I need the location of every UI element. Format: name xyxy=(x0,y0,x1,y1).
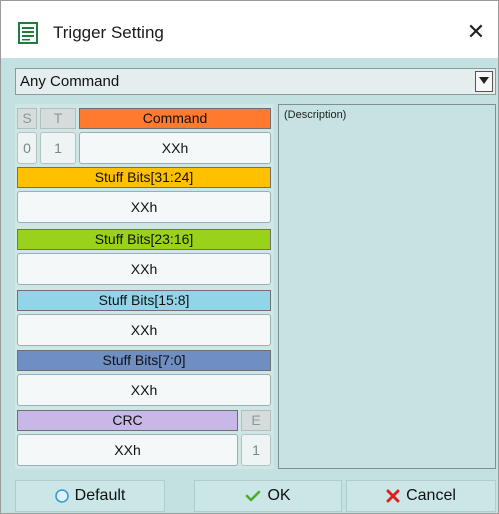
command-value-field[interactable]: XXh xyxy=(79,132,271,164)
command-header: Command xyxy=(79,108,271,129)
default-button[interactable]: Default xyxy=(15,480,165,512)
stuff-bits-31-24-value[interactable]: XXh xyxy=(17,191,271,223)
end-bit-header: E xyxy=(241,410,271,431)
stuff-bits-23-16-header: Stuff Bits[23:16] xyxy=(17,229,271,250)
description-panel: (Description) xyxy=(278,104,496,469)
default-button-label: Default xyxy=(74,487,126,504)
stuff-bits-15-8-header: Stuff Bits[15:8] xyxy=(17,290,271,311)
transmission-bit-value: 1 xyxy=(40,132,76,164)
cancel-button[interactable]: Cancel xyxy=(346,480,496,512)
stuff-bits-7-0-value[interactable]: XXh xyxy=(17,374,271,406)
ok-button-label: OK xyxy=(267,487,291,504)
start-bit-value: 0 xyxy=(17,132,37,164)
start-bit-header: S xyxy=(17,108,37,129)
cross-icon xyxy=(386,489,400,503)
close-icon[interactable]: ✕ xyxy=(463,18,489,46)
window-title: Trigger Setting xyxy=(53,23,164,42)
stuff-bits-15-8-value[interactable]: XXh xyxy=(17,314,271,346)
frame-field-panel: S T Command 0 1 XXh Stuff Bits[31:24] XX… xyxy=(15,104,274,469)
command-type-select[interactable]: Any Command xyxy=(15,68,496,95)
crc-header: CRC xyxy=(17,410,238,431)
command-type-value: Any Command xyxy=(20,73,120,90)
title-bar: Trigger Setting ✕ xyxy=(1,1,498,58)
description-text: (Description) xyxy=(284,109,347,121)
end-bit-value: 1 xyxy=(241,434,271,466)
ok-button[interactable]: OK xyxy=(194,480,342,512)
document-list-icon xyxy=(18,22,38,44)
stuff-bits-31-24-header: Stuff Bits[31:24] xyxy=(17,167,271,188)
trigger-setting-window: Trigger Setting ✕ Any Command S T Comman… xyxy=(0,0,499,514)
transmission-bit-header: T xyxy=(40,108,76,129)
circle-icon xyxy=(54,489,69,503)
stuff-bits-7-0-header: Stuff Bits[7:0] xyxy=(17,350,271,371)
cancel-button-label: Cancel xyxy=(406,487,456,504)
stuff-bits-23-16-value[interactable]: XXh xyxy=(17,253,271,285)
crc-value-field[interactable]: XXh xyxy=(17,434,238,466)
checkmark-icon xyxy=(245,489,261,503)
chevron-down-icon[interactable] xyxy=(475,71,493,92)
